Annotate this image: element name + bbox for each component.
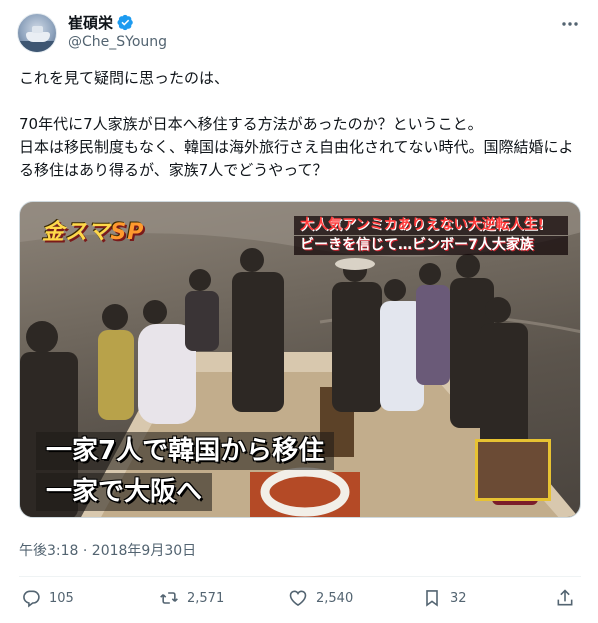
reply-count: 105 bbox=[49, 590, 74, 606]
retweet-icon bbox=[160, 592, 178, 604]
show-logo-sp: SP bbox=[110, 220, 145, 245]
like-count: 2,540 bbox=[316, 590, 354, 606]
share-button[interactable] bbox=[555, 588, 575, 608]
action-bar: 105 2,571 2,540 32 bbox=[19, 588, 581, 614]
caption-line-1: 一家7人で韓国から移住 bbox=[36, 432, 335, 470]
divider bbox=[19, 576, 581, 577]
verified-badge-icon bbox=[117, 14, 133, 31]
caption-line-2: 一家で大阪へ bbox=[36, 473, 213, 511]
tweet-timestamp[interactable]: 午後3:18 · 2018年9月30日 bbox=[19, 540, 196, 560]
author-display-name[interactable]: 崔碩栄 bbox=[68, 12, 113, 33]
show-logo: 金スマSP bbox=[42, 214, 144, 246]
heart-icon bbox=[289, 590, 307, 607]
tweet-media-image[interactable]: 金スマSP 大人気アンミカありえない大逆転人生! ビーきを信じて…ビンボー7人大… bbox=[19, 201, 581, 518]
reply-button[interactable]: 105 bbox=[21, 588, 74, 608]
wipe-inset-frame bbox=[475, 439, 551, 501]
tweet-text: これを見て疑問に思ったのは、 70年代に7人家族が日本へ移住する方法があったのか… bbox=[19, 69, 574, 179]
author-name-row: 崔碩栄 bbox=[68, 12, 134, 33]
share-icon bbox=[557, 589, 573, 606]
show-logo-main: 金スマ bbox=[42, 220, 111, 245]
subtitle-banner-bottom: ビーきを信じて…ビンボー7人大家族 bbox=[294, 236, 568, 255]
retweet-count: 2,571 bbox=[187, 590, 225, 606]
like-button[interactable]: 2,540 bbox=[288, 588, 353, 608]
author-handle[interactable]: @Che_SYoung bbox=[68, 34, 167, 50]
bookmark-icon bbox=[426, 590, 438, 607]
subtitle-banner-top: 大人気アンミカありえない大逆転人生! bbox=[294, 216, 568, 235]
reply-icon bbox=[23, 590, 40, 608]
tweet-card: 崔碩栄 @Che_SYoung これを見て疑問に思ったのは、 70年代に7人家族… bbox=[0, 0, 598, 623]
avatar-boat bbox=[26, 32, 50, 42]
bookmark-count: 32 bbox=[450, 590, 467, 606]
avatar[interactable] bbox=[17, 13, 57, 53]
avatar-sea bbox=[18, 41, 56, 52]
retweet-button[interactable]: 2,571 bbox=[159, 588, 224, 608]
bookmark-button[interactable]: 32 bbox=[422, 588, 467, 608]
avatar-cabin bbox=[32, 26, 43, 33]
more-options-icon[interactable] bbox=[560, 14, 580, 34]
